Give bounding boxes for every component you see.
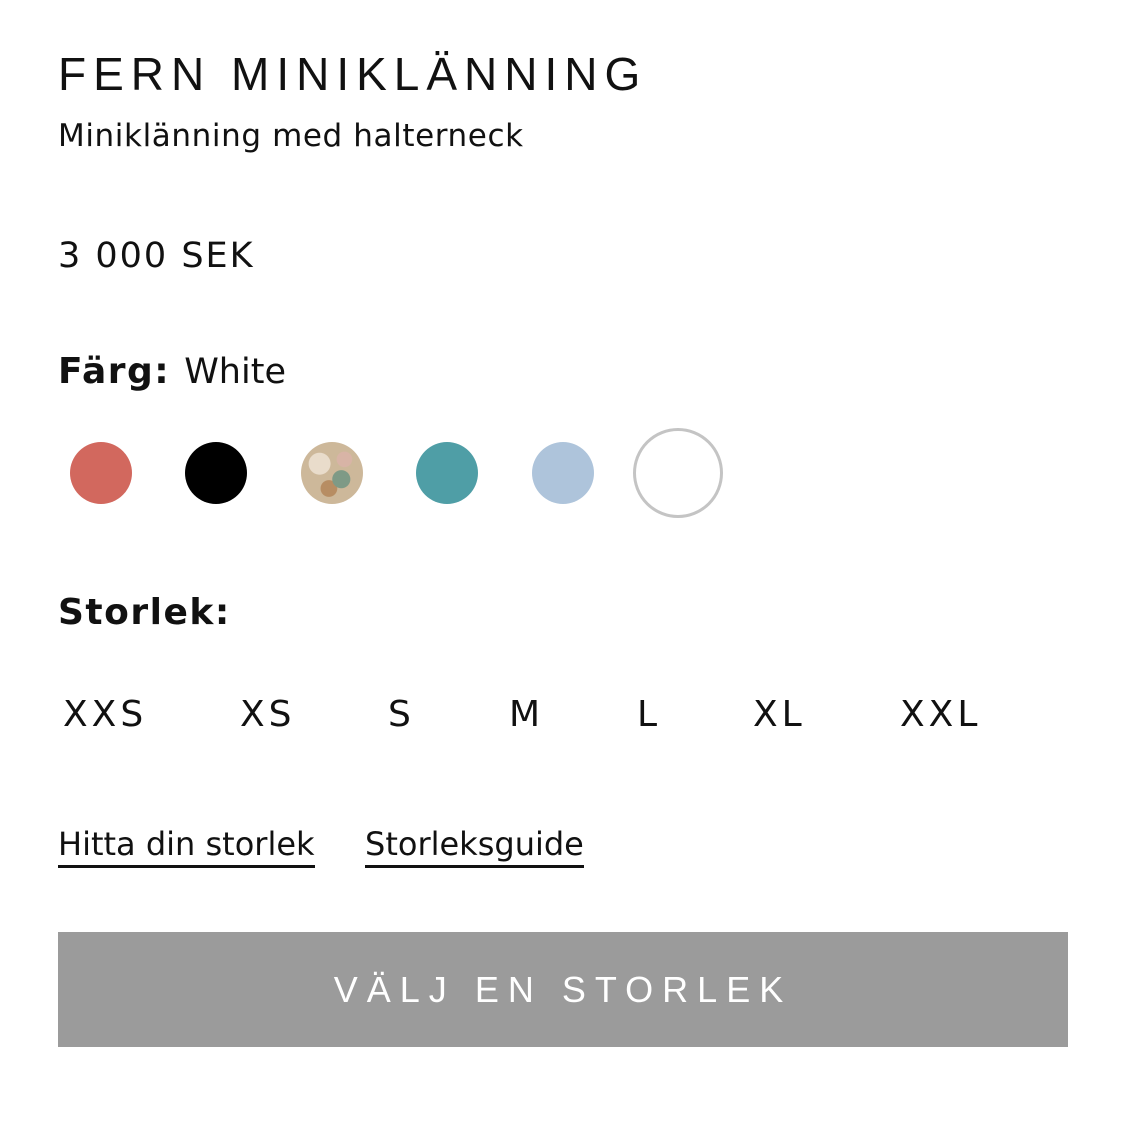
find-size-link[interactable]: Hitta din storlek [58, 824, 315, 868]
color-swatch-coral[interactable] [56, 428, 146, 518]
color-swatch-floral-print[interactable] [287, 428, 377, 518]
color-label: Färg: [58, 351, 171, 392]
color-swatch-light-blue[interactable] [518, 428, 608, 518]
size-option-m[interactable]: M [509, 692, 544, 738]
swatch-dot [301, 442, 363, 504]
color-swatch-teal[interactable] [402, 428, 492, 518]
size-label: Storlek: [58, 592, 231, 633]
swatch-dot [416, 442, 478, 504]
color-swatch-black[interactable] [171, 428, 261, 518]
size-option-xl[interactable]: XL [753, 692, 806, 738]
color-selector-label: Färg: White [58, 348, 286, 403]
size-guide-link[interactable]: Storleksguide [365, 824, 584, 868]
swatch-dot [70, 442, 132, 504]
product-price: 3 000 SEK [58, 236, 255, 276]
size-option-xxl[interactable]: XXL [900, 692, 981, 738]
product-subtitle: Miniklänning med halterneck [58, 118, 524, 154]
size-option-xxs[interactable]: XXS [63, 692, 147, 738]
size-option-s[interactable]: S [388, 692, 415, 738]
swatch-dot [647, 442, 709, 504]
color-swatch-white[interactable] [633, 428, 723, 518]
size-option-xs[interactable]: XS [240, 692, 296, 738]
swatch-dot [185, 442, 247, 504]
select-size-button[interactable]: VÄLJ EN STORLEK [58, 932, 1068, 1047]
selected-color-name: White [184, 352, 286, 392]
product-title: FERN MINIKLÄNNING [58, 48, 648, 100]
swatch-dot [532, 442, 594, 504]
size-option-l[interactable]: L [637, 692, 661, 738]
